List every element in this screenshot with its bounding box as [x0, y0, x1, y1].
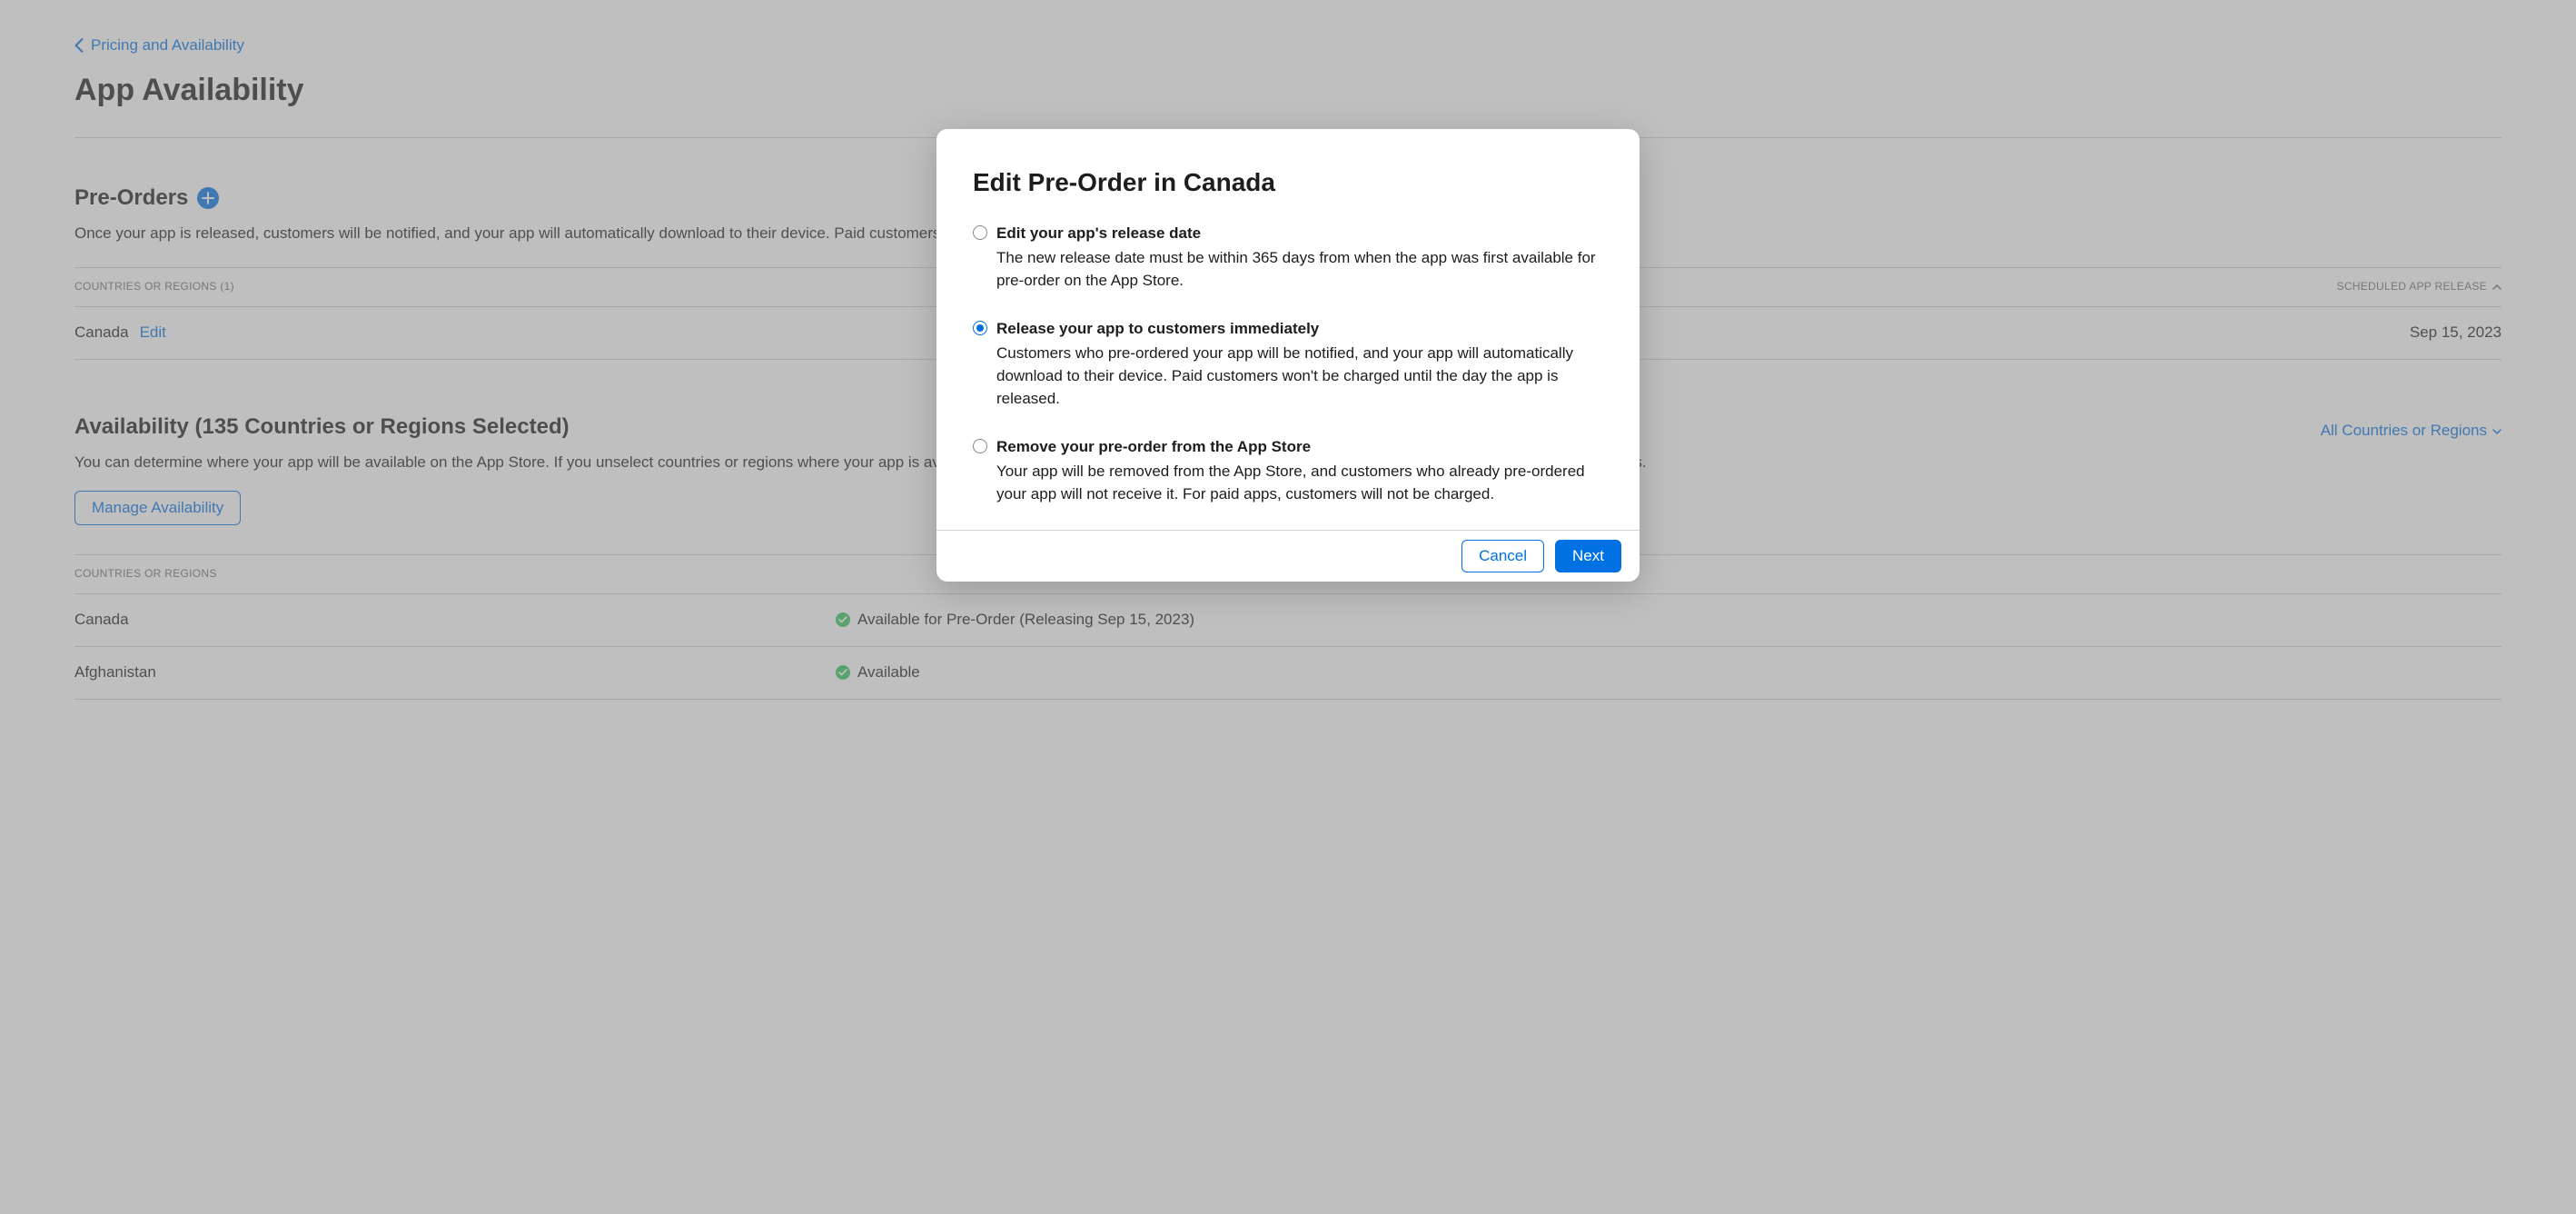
next-button[interactable]: Next: [1555, 540, 1621, 572]
modal-overlay: Edit Pre-Order in Canada Edit your app's…: [0, 0, 2576, 1214]
option-title: Release your app to customers immediatel…: [996, 318, 1603, 341]
radio-input[interactable]: [973, 225, 987, 240]
option-release-immediately[interactable]: Release your app to customers immediatel…: [973, 318, 1603, 411]
option-edit-release-date[interactable]: Edit your app's release date The new rel…: [973, 223, 1603, 293]
modal-title: Edit Pre-Order in Canada: [973, 164, 1603, 201]
radio-input[interactable]: [973, 439, 987, 453]
option-desc: The new release date must be within 365 …: [996, 247, 1603, 293]
option-title: Remove your pre-order from the App Store: [996, 436, 1603, 459]
option-desc: Your app will be removed from the App St…: [996, 461, 1603, 506]
option-title: Edit your app's release date: [996, 223, 1603, 245]
cancel-button[interactable]: Cancel: [1461, 540, 1544, 572]
edit-preorder-modal: Edit Pre-Order in Canada Edit your app's…: [936, 129, 1640, 582]
radio-input[interactable]: [973, 321, 987, 335]
option-remove-preorder[interactable]: Remove your pre-order from the App Store…: [973, 436, 1603, 506]
option-desc: Customers who pre-ordered your app will …: [996, 343, 1603, 411]
